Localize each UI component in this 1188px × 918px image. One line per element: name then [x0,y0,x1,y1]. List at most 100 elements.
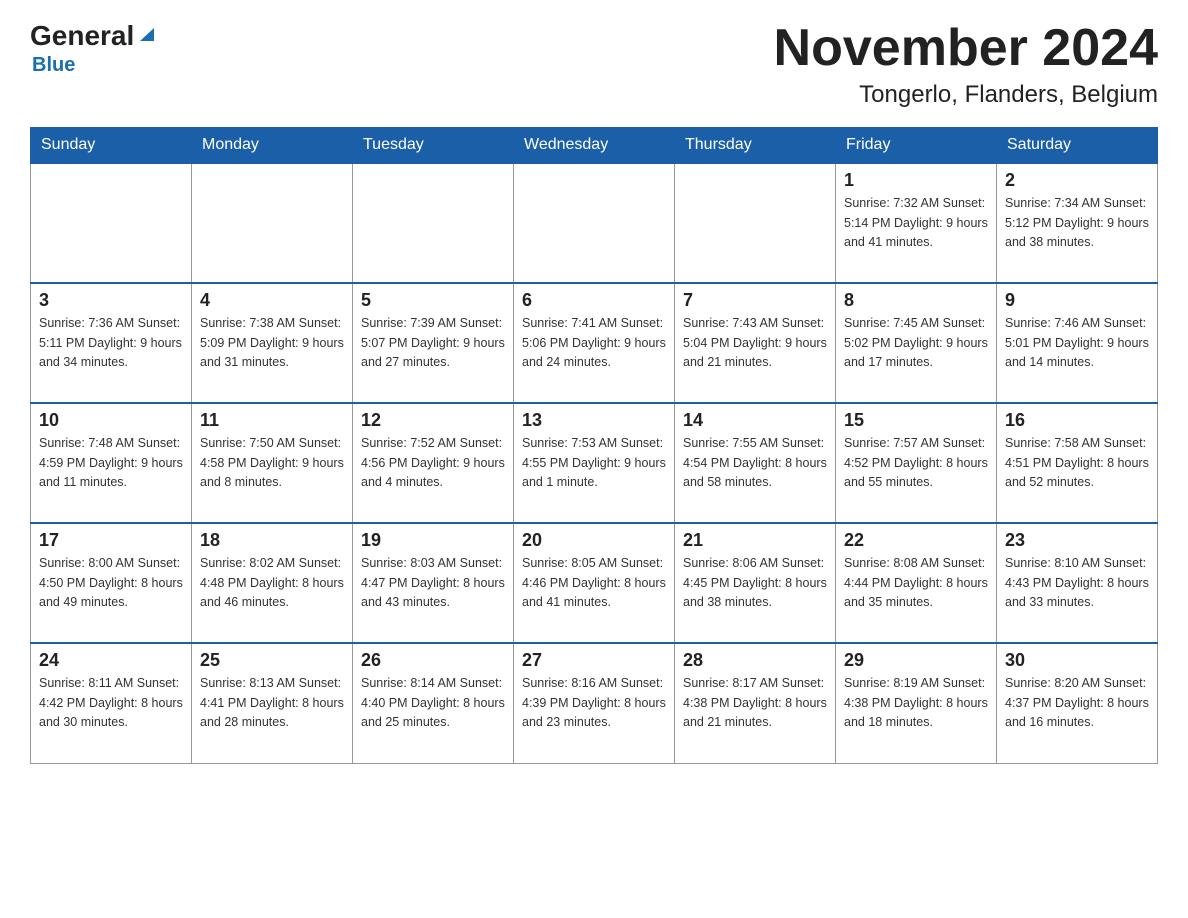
day-number: 13 [522,410,666,431]
day-number: 24 [39,650,183,671]
calendar-cell: 19Sunrise: 8:03 AM Sunset: 4:47 PM Dayli… [353,523,514,643]
day-info: Sunrise: 7:58 AM Sunset: 4:51 PM Dayligh… [1005,434,1149,492]
day-number: 11 [200,410,344,431]
day-info: Sunrise: 8:13 AM Sunset: 4:41 PM Dayligh… [200,674,344,732]
location-title: Tongerlo, Flanders, Belgium [774,81,1158,109]
calendar-header-row: SundayMondayTuesdayWednesdayThursdayFrid… [31,128,1158,164]
day-info: Sunrise: 8:06 AM Sunset: 4:45 PM Dayligh… [683,554,827,612]
calendar-cell: 10 Sunrise: 7:48 AM Sunset: 4:59 PM Dayli… [31,403,192,523]
calendar-header-tuesday: Tuesday [353,128,514,164]
day-info: Sunrise: 7:53 AM Sunset: 4:55 PM Dayligh… [522,434,666,492]
calendar-cell: 18Sunrise: 8:02 AM Sunset: 4:48 PM Dayli… [192,523,353,643]
calendar-cell: 14Sunrise: 7:55 AM Sunset: 4:54 PM Dayli… [675,403,836,523]
day-number: 15 [844,410,988,431]
calendar-header-wednesday: Wednesday [514,128,675,164]
calendar-cell: 16 Sunrise: 7:58 AM Sunset: 4:51 PM Dayli… [997,403,1158,523]
day-info: Sunrise: 7:32 AM Sunset: 5:14 PM Dayligh… [844,194,988,252]
day-info: Sunrise: 8:05 AM Sunset: 4:46 PM Dayligh… [522,554,666,612]
day-number: 19 [361,530,505,551]
day-number: 5 [361,290,505,311]
calendar-cell: 15 Sunrise: 7:57 AM Sunset: 4:52 PM Dayli… [836,403,997,523]
calendar-cell [353,163,514,283]
calendar-header-thursday: Thursday [675,128,836,164]
day-info: Sunrise: 7:48 AM Sunset: 4:59 PM Dayligh… [39,434,183,492]
calendar-cell [192,163,353,283]
logo-triangle-icon [136,23,158,45]
logo-general-text: General [30,20,134,52]
calendar-cell: 1 Sunrise: 7:32 AM Sunset: 5:14 PM Daylig… [836,163,997,283]
calendar-cell: 6 Sunrise: 7:41 AM Sunset: 5:06 PM Daylig… [514,283,675,403]
day-number: 25 [200,650,344,671]
calendar-cell: 5 Sunrise: 7:39 AM Sunset: 5:07 PM Daylig… [353,283,514,403]
calendar-cell: 27 Sunrise: 8:16 AM Sunset: 4:39 PM Dayli… [514,643,675,763]
title-block: November 2024 Tongerlo, Flanders, Belgiu… [774,20,1158,109]
day-number: 26 [361,650,505,671]
week-row-2: 3Sunrise: 7:36 AM Sunset: 5:11 PM Daylig… [31,283,1158,403]
day-info: Sunrise: 8:08 AM Sunset: 4:44 PM Dayligh… [844,554,988,612]
calendar-cell: 30Sunrise: 8:20 AM Sunset: 4:37 PM Dayli… [997,643,1158,763]
week-row-5: 24Sunrise: 8:11 AM Sunset: 4:42 PM Dayli… [31,643,1158,763]
day-number: 7 [683,290,827,311]
calendar-cell: 25 Sunrise: 8:13 AM Sunset: 4:41 PM Dayli… [192,643,353,763]
logo-blue-text: Blue [32,54,75,77]
day-info: Sunrise: 7:46 AM Sunset: 5:01 PM Dayligh… [1005,314,1149,372]
calendar-cell: 4Sunrise: 7:38 AM Sunset: 5:09 PM Daylig… [192,283,353,403]
calendar-cell: 17Sunrise: 8:00 AM Sunset: 4:50 PM Dayli… [31,523,192,643]
day-info: Sunrise: 7:39 AM Sunset: 5:07 PM Dayligh… [361,314,505,372]
day-number: 23 [1005,530,1149,551]
day-number: 14 [683,410,827,431]
day-number: 22 [844,530,988,551]
calendar-cell: 23 Sunrise: 8:10 AM Sunset: 4:43 PM Dayli… [997,523,1158,643]
day-number: 27 [522,650,666,671]
day-info: Sunrise: 8:17 AM Sunset: 4:38 PM Dayligh… [683,674,827,732]
page-header: General Blue November 2024 Tongerlo, Fla… [30,20,1158,109]
day-number: 6 [522,290,666,311]
calendar-cell: 7 Sunrise: 7:43 AM Sunset: 5:04 PM Daylig… [675,283,836,403]
day-info: Sunrise: 7:34 AM Sunset: 5:12 PM Dayligh… [1005,194,1149,252]
calendar-table: SundayMondayTuesdayWednesdayThursdayFrid… [30,127,1158,764]
day-info: Sunrise: 8:14 AM Sunset: 4:40 PM Dayligh… [361,674,505,732]
week-row-3: 10 Sunrise: 7:48 AM Sunset: 4:59 PM Dayli… [31,403,1158,523]
day-info: Sunrise: 8:10 AM Sunset: 4:43 PM Dayligh… [1005,554,1149,612]
calendar-cell [31,163,192,283]
day-number: 17 [39,530,183,551]
calendar-cell [675,163,836,283]
calendar-header-sunday: Sunday [31,128,192,164]
day-number: 2 [1005,170,1149,191]
day-info: Sunrise: 8:19 AM Sunset: 4:38 PM Dayligh… [844,674,988,732]
calendar-cell: 26 Sunrise: 8:14 AM Sunset: 4:40 PM Dayli… [353,643,514,763]
day-info: Sunrise: 8:02 AM Sunset: 4:48 PM Dayligh… [200,554,344,612]
day-info: Sunrise: 7:43 AM Sunset: 5:04 PM Dayligh… [683,314,827,372]
calendar-cell: 9 Sunrise: 7:46 AM Sunset: 5:01 PM Daylig… [997,283,1158,403]
day-number: 1 [844,170,988,191]
calendar-cell: 2 Sunrise: 7:34 AM Sunset: 5:12 PM Daylig… [997,163,1158,283]
week-row-1: 1 Sunrise: 7:32 AM Sunset: 5:14 PM Daylig… [31,163,1158,283]
calendar-cell: 3Sunrise: 7:36 AM Sunset: 5:11 PM Daylig… [31,283,192,403]
day-number: 28 [683,650,827,671]
day-info: Sunrise: 7:36 AM Sunset: 5:11 PM Dayligh… [39,314,183,372]
day-number: 20 [522,530,666,551]
week-row-4: 17Sunrise: 8:00 AM Sunset: 4:50 PM Dayli… [31,523,1158,643]
day-number: 9 [1005,290,1149,311]
calendar-cell [514,163,675,283]
calendar-cell: 24Sunrise: 8:11 AM Sunset: 4:42 PM Dayli… [31,643,192,763]
day-info: Sunrise: 7:41 AM Sunset: 5:06 PM Dayligh… [522,314,666,372]
day-info: Sunrise: 8:16 AM Sunset: 4:39 PM Dayligh… [522,674,666,732]
logo: General Blue [30,20,158,77]
calendar-cell: 22 Sunrise: 8:08 AM Sunset: 4:44 PM Dayli… [836,523,997,643]
calendar-header-friday: Friday [836,128,997,164]
month-title: November 2024 [774,20,1158,77]
day-number: 16 [1005,410,1149,431]
calendar-header-monday: Monday [192,128,353,164]
calendar-cell: 11Sunrise: 7:50 AM Sunset: 4:58 PM Dayli… [192,403,353,523]
calendar-cell: 13 Sunrise: 7:53 AM Sunset: 4:55 PM Dayli… [514,403,675,523]
day-number: 30 [1005,650,1149,671]
day-number: 10 [39,410,183,431]
day-info: Sunrise: 7:57 AM Sunset: 4:52 PM Dayligh… [844,434,988,492]
calendar-cell: 20 Sunrise: 8:05 AM Sunset: 4:46 PM Dayli… [514,523,675,643]
calendar-cell: 12Sunrise: 7:52 AM Sunset: 4:56 PM Dayli… [353,403,514,523]
day-info: Sunrise: 7:52 AM Sunset: 4:56 PM Dayligh… [361,434,505,492]
calendar-cell: 21Sunrise: 8:06 AM Sunset: 4:45 PM Dayli… [675,523,836,643]
day-number: 29 [844,650,988,671]
day-number: 8 [844,290,988,311]
